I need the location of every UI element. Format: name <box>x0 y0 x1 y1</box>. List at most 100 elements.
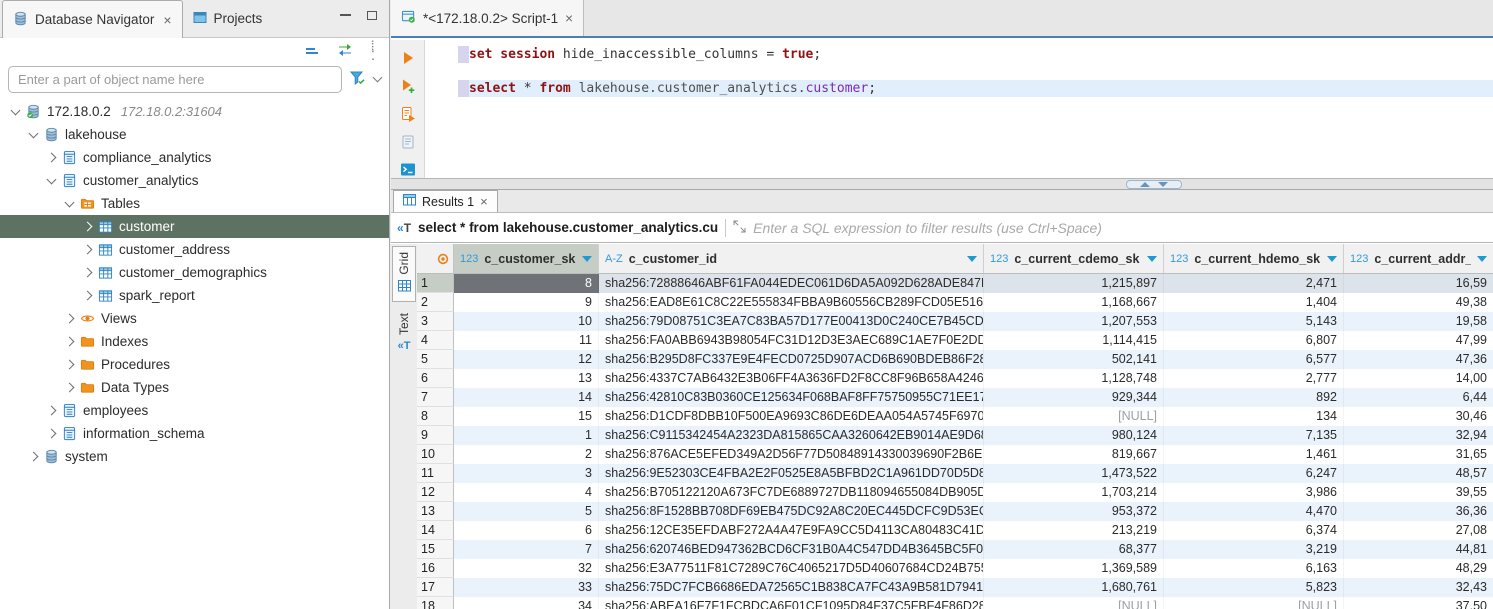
tree-item-customer-address[interactable]: customer_address <box>0 238 389 261</box>
row-header[interactable]: 18 <box>417 597 454 609</box>
row-header[interactable]: 13 <box>417 502 454 521</box>
cell-c_current_addr_sk[interactable]: 39,55 <box>1344 483 1493 502</box>
cell-c_customer_sk[interactable]: 4 <box>454 483 599 502</box>
cell-c_customer_sk[interactable]: 11 <box>454 331 599 350</box>
cell-c_customer_sk[interactable]: 8 <box>454 274 599 293</box>
explain-plan-icon[interactable] <box>399 133 417 150</box>
tree-item-customer-demographics[interactable]: customer_demographics <box>0 261 389 284</box>
results-filter-bar[interactable]: «T select * from lakehouse.customer_anal… <box>391 213 1493 243</box>
cell-c_current_hdemo_sk[interactable]: 5,823 <box>1164 578 1344 597</box>
row-header[interactable]: 6 <box>417 369 454 388</box>
object-filter-input[interactable] <box>8 66 342 93</box>
chevron-right-icon[interactable] <box>80 242 96 258</box>
cell-c_current_addr_sk[interactable]: 30,46 <box>1344 407 1493 426</box>
chevron-down-icon[interactable] <box>8 104 24 120</box>
execute-statement-icon[interactable] <box>399 50 417 67</box>
row-header[interactable]: 15 <box>417 540 454 559</box>
cell-c_customer_id[interactable]: sha256:EAD8E61C8C22E555834FBBA9B60556CB2… <box>599 293 984 312</box>
cell-c_current_cdemo_sk[interactable]: 213,219 <box>984 521 1164 540</box>
cell-c_customer_sk[interactable]: 2 <box>454 445 599 464</box>
cell-c_customer_sk[interactable]: 10 <box>454 312 599 331</box>
cell-c_current_cdemo_sk[interactable]: 819,667 <box>984 445 1164 464</box>
cell-c_current_hdemo_sk[interactable]: 6,374 <box>1164 521 1344 540</box>
column-header-c_current_hdemo_sk[interactable]: 123c_current_hdemo_sk <box>1164 244 1344 273</box>
cell-c_current_hdemo_sk[interactable]: 6,807 <box>1164 331 1344 350</box>
tree-item-customer[interactable]: customer <box>0 215 389 238</box>
sql-editor[interactable]: set session hide_inaccessible_columns = … <box>425 40 1493 178</box>
cell-c_current_cdemo_sk[interactable]: 1,473,522 <box>984 464 1164 483</box>
execute-new-tab-icon[interactable] <box>399 78 417 95</box>
cell-c_current_addr_sk[interactable]: 14,00 <box>1344 369 1493 388</box>
cell-c_current_cdemo_sk[interactable]: 502,141 <box>984 350 1164 369</box>
chevron-right-icon[interactable] <box>44 150 60 166</box>
cell-c_current_hdemo_sk[interactable]: 1,461 <box>1164 445 1344 464</box>
cell-c_customer_id[interactable]: sha256:42810C83B0360CE125634F068BAF8FF75… <box>599 388 984 407</box>
cell-c_current_hdemo_sk[interactable]: 5,143 <box>1164 312 1344 331</box>
tree-item-views[interactable]: Views <box>0 307 389 330</box>
tree-item-information-schema[interactable]: information_schema <box>0 422 389 445</box>
maximize-icon[interactable] <box>367 11 377 20</box>
row-header[interactable]: 12 <box>417 483 454 502</box>
expand-filter-icon[interactable] <box>733 220 746 236</box>
sql-console-icon[interactable] <box>399 161 417 178</box>
chevron-right-icon[interactable] <box>44 403 60 419</box>
cell-c_customer_id[interactable]: sha256:4337C7AB6432E3B06FF4A3636FD2F8CC8… <box>599 369 984 388</box>
tree-item-system[interactable]: system <box>0 445 389 468</box>
collapse-up-icon[interactable] <box>1140 182 1150 187</box>
chevron-down-icon[interactable] <box>44 173 60 189</box>
row-header[interactable]: 16 <box>417 559 454 578</box>
row-header[interactable]: 11 <box>417 464 454 483</box>
tab-sql-script[interactable]: *<172.18.0.2> Script-1 × <box>391 0 584 36</box>
tab-projects[interactable]: Projects <box>183 0 273 37</box>
filter-funnel-icon[interactable] <box>350 71 366 89</box>
cell-c_current_hdemo_sk[interactable]: 6,247 <box>1164 464 1344 483</box>
cell-c_customer_sk[interactable]: 34 <box>454 597 599 609</box>
cell-c_customer_id[interactable]: sha256:79D08751C3EA7C83BA57D177E00413D0C… <box>599 312 984 331</box>
row-header[interactable]: 2 <box>417 293 454 312</box>
cell-c_current_hdemo_sk[interactable]: 2,777 <box>1164 369 1344 388</box>
cell-c_customer_sk[interactable]: 15 <box>454 407 599 426</box>
cell-c_customer_id[interactable]: sha256:ABEA16F7F1FCBDCA6F01CF1095D84F37C… <box>599 597 984 609</box>
cell-c_current_cdemo_sk[interactable]: 980,124 <box>984 426 1164 445</box>
cell-c_current_addr_sk[interactable]: 36,36 <box>1344 502 1493 521</box>
cell-c_customer_sk[interactable]: 7 <box>454 540 599 559</box>
cell-c_current_cdemo_sk[interactable]: 929,344 <box>984 388 1164 407</box>
cell-c_current_cdemo_sk[interactable]: 1,207,553 <box>984 312 1164 331</box>
tab-grid[interactable]: Grid <box>392 246 416 302</box>
cell-c_customer_id[interactable]: sha256:B295D8FC337E9E4FECD0725D907ACD6B6… <box>599 350 984 369</box>
column-filter-arrow-icon[interactable] <box>1327 256 1337 262</box>
cell-c_current_hdemo_sk[interactable]: 1,404 <box>1164 293 1344 312</box>
cell-c_customer_sk[interactable]: 5 <box>454 502 599 521</box>
cell-c_customer_sk[interactable]: 1 <box>454 426 599 445</box>
cell-c_current_hdemo_sk[interactable]: [NULL] <box>1164 597 1344 609</box>
cell-c_current_hdemo_sk[interactable]: 134 <box>1164 407 1344 426</box>
link-with-editor-icon[interactable] <box>337 43 353 59</box>
execute-script-icon[interactable] <box>399 106 417 123</box>
cell-c_customer_id[interactable]: sha256:876ACE5EFED349A2D56F77D5084891433… <box>599 445 984 464</box>
tree-item-172.18.0.2[interactable]: 172.18.0.2172.18.0.2:31604 <box>0 100 389 123</box>
column-filter-arrow-icon[interactable] <box>967 256 977 262</box>
chevron-right-icon[interactable] <box>62 380 78 396</box>
cell-c_current_cdemo_sk[interactable]: 1,128,748 <box>984 369 1164 388</box>
collapse-down-icon[interactable] <box>1158 182 1168 187</box>
column-header-c_current_addr_sk[interactable]: 123c_current_addr_sk <box>1344 244 1493 273</box>
cell-c_current_addr_sk[interactable]: 47,99 <box>1344 331 1493 350</box>
row-header[interactable]: 7 <box>417 388 454 407</box>
chevron-down-icon[interactable] <box>62 196 78 212</box>
cell-c_customer_id[interactable]: sha256:C9115342454A2323DA815865CAA326064… <box>599 426 984 445</box>
tree-item-procedures[interactable]: Procedures <box>0 353 389 376</box>
column-filter-arrow-icon[interactable] <box>582 256 592 262</box>
tree-item-lakehouse[interactable]: lakehouse <box>0 123 389 146</box>
column-filter-arrow-icon[interactable] <box>1477 256 1487 262</box>
cell-c_current_hdemo_sk[interactable]: 6,163 <box>1164 559 1344 578</box>
tab-text[interactable]: Text «T <box>392 308 416 358</box>
row-header[interactable]: 14 <box>417 521 454 540</box>
cell-c_customer_id[interactable]: sha256:72888646ABF61FA044EDEC061D6DA5A09… <box>599 274 984 293</box>
cell-c_customer_id[interactable]: sha256:B705122120A673FC7DE6889727DB11809… <box>599 483 984 502</box>
cell-c_current_hdemo_sk[interactable]: 892 <box>1164 388 1344 407</box>
minimize-icon[interactable] <box>340 14 351 17</box>
close-tab-icon[interactable]: × <box>163 12 171 28</box>
cell-c_current_cdemo_sk[interactable]: 1,215,897 <box>984 274 1164 293</box>
cell-c_current_addr_sk[interactable]: 44,81 <box>1344 540 1493 559</box>
chevron-right-icon[interactable] <box>80 219 96 235</box>
